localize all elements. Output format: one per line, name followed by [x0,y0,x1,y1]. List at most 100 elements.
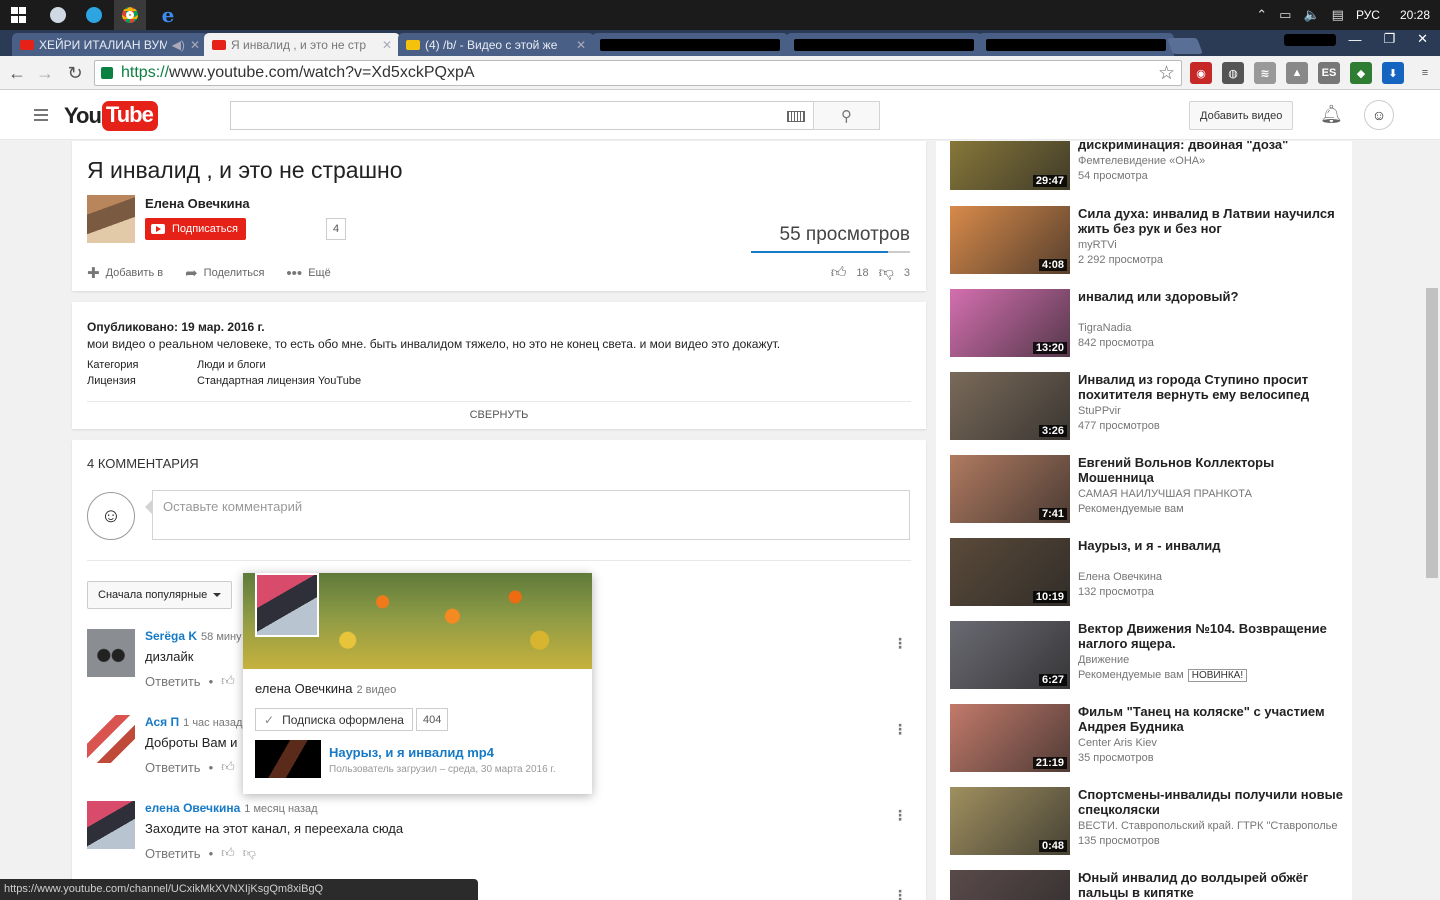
edge-icon[interactable]: e [156,3,180,27]
adblock-icon[interactable]: ◉ [1190,62,1212,84]
related-video-item[interactable]: 29:47 дискриминация: двойная "доза" Фемтел… [950,141,1350,211]
related-video-thumbnail[interactable]: 21:19 [950,704,1070,772]
related-video-thumbnail[interactable]: 7:41 [950,455,1070,523]
related-video-title[interactable]: Вектор Движения №104. Возвращение наглог… [1078,621,1346,651]
comment-menu-icon[interactable]: ⋮ [893,635,907,652]
related-video-thumbnail[interactable]: 13:20 [950,289,1070,357]
related-video-thumbnail[interactable]: 10:19 [950,538,1070,606]
windows-start-icon[interactable] [6,4,30,26]
notification-icon[interactable]: ▤ [1332,7,1344,23]
profile-chip-redacted[interactable] [1284,34,1336,46]
thumbs-down-icon[interactable]: 👎︎ [243,845,256,861]
related-video-item[interactable]: Юный инвалид до волдырей обжёг пальцы в … [950,870,1350,900]
forward-arrow-icon[interactable]: → [34,62,56,84]
download-icon[interactable]: ⬇ [1382,62,1404,84]
comment-author[interactable]: Ася П 1 час назад [145,715,242,729]
author-name[interactable]: Ася П [145,715,179,729]
author-name[interactable]: елена Овечкина [145,801,240,815]
es-icon[interactable]: ES [1318,62,1340,84]
related-video-thumbnail[interactable]: 4:08 [950,206,1070,274]
related-video-item[interactable]: 7:41 Евгений Вольнов Коллекторы Мошенница… [950,455,1350,525]
related-video-item[interactable]: 21:19 Фильм "Танец на коляске" с участием… [950,704,1350,774]
close-tab-icon[interactable]: ✕ [576,38,586,52]
hamburger-menu-icon[interactable] [34,109,48,124]
comment-avatar[interactable] [87,629,135,677]
thumbs-up-icon[interactable]: 👍︎ [221,845,235,861]
bookmark-star-icon[interactable]: ☆ [1158,62,1175,85]
related-video-title[interactable]: Фильм "Танец на коляске" с участием Андр… [1078,704,1346,734]
bell-icon[interactable]: 🔔︎ [1320,104,1343,124]
minimize-icon[interactable]: — [1348,32,1361,47]
collapse-button[interactable]: СВЕРНУТЬ [72,409,926,421]
subscribed-button[interactable]: ✓ Подписка оформлена [255,708,413,731]
close-tab-icon[interactable]: ✕ [190,38,200,52]
subscribe-button[interactable]: Подписаться [145,218,246,240]
comment-input[interactable]: Оставьте комментарий [152,490,910,540]
menu-icon[interactable]: ≡ [1414,62,1436,84]
related-video-item[interactable]: 10:19 Наурыз, и я - инвалид Елена Овечкина… [950,538,1350,608]
more-button[interactable]: ••• Ещё [286,265,330,282]
thumbs-up-icon[interactable]: 👍︎ [221,673,235,689]
hovercard-avatar[interactable] [255,573,319,637]
related-video-item[interactable]: 0:48 Спортсмены-инвалиды получили новые с… [950,787,1350,857]
chevron-up-icon[interactable]: ⌃ [1256,7,1267,23]
comment-avatar[interactable] [87,715,135,763]
close-tab-icon[interactable]: ✕ [382,38,392,52]
comment-avatar[interactable] [87,801,135,849]
add-to-button[interactable]: ✚ Добавить в [87,264,163,282]
volume-icon[interactable]: 🔈 [1303,7,1319,23]
map-icon[interactable]: ◆ [1350,62,1372,84]
youtube-logo[interactable]: You Tube [64,101,158,131]
restore-icon[interactable]: ❐ [1383,31,1395,47]
language-indicator[interactable]: РУС [1356,8,1380,22]
comment-time[interactable]: 1 час назад [183,717,242,729]
browser-tab-redacted[interactable] [978,33,1174,56]
related-video-title[interactable]: Спортсмены-инвалиды получили новые спецк… [1078,787,1346,817]
hovercard-video-thumbnail[interactable] [255,740,321,778]
comment-time[interactable]: 1 месяц назад [244,803,317,815]
thumbs-down-icon[interactable]: 👎︎ [879,264,894,282]
browser-tab-active[interactable]: Я инвалид , и это не стр ✕ [204,33,400,56]
related-video-thumbnail[interactable]: 29:47 [950,141,1070,190]
share-button[interactable]: ➦ Поделиться [185,264,264,282]
related-video-title[interactable]: Евгений Вольнов Коллекторы Мошенница [1078,455,1346,485]
browser-tab[interactable]: ХЕЙРИ ИТАЛИАН ВУМ ◀) ✕ [12,33,208,56]
scrollbar-thumb[interactable] [1426,288,1438,578]
vpn-icon[interactable]: ▲ [1286,62,1308,84]
comment-menu-icon[interactable]: ⋮ [893,887,907,900]
reload-icon[interactable]: ↻ [64,62,86,84]
channel-avatar[interactable] [87,195,135,243]
hovercard-channel-name[interactable]: елена Овечкина 2 видео [255,681,396,696]
reply-button[interactable]: Ответить [145,760,201,775]
comment-author[interactable]: Serёga K 58 мину [145,629,242,643]
back-arrow-icon[interactable]: ← [6,62,28,84]
stack-icon[interactable]: ≋ [1254,62,1276,84]
search-button[interactable]: ⚲ [813,101,880,130]
comment-menu-icon[interactable]: ⋮ [893,807,907,824]
related-video-item[interactable]: 4:08 Сила духа: инвалид в Латвии научился… [950,206,1350,276]
new-tab-button[interactable] [1167,38,1203,54]
sort-dropdown[interactable]: Сначала популярные [87,581,233,609]
browser-tab-redacted[interactable] [592,33,788,56]
page-scrollbar[interactable] [1424,140,1440,900]
channel-name[interactable]: Елена Овечкина [145,196,250,211]
browser-tab[interactable]: (4) /b/ - Видео с этой же ✕ [398,33,594,56]
related-video-thumbnail[interactable]: 6:27 [950,621,1070,689]
thumbs-up-icon[interactable]: 👍︎ [221,759,235,775]
meta-value[interactable]: Люди и блоги [197,359,266,371]
related-video-thumbnail[interactable]: 3:26 [950,372,1070,440]
related-video-title[interactable]: Сила духа: инвалид в Латвии научился жит… [1078,206,1346,236]
related-video-item[interactable]: 3:26 Инвалид из города Ступино просит пох… [950,372,1350,442]
comment-author[interactable]: елена Овечкина 1 месяц назад [145,801,318,815]
comment-time[interactable]: 58 мину [201,631,242,643]
thumbs-up-icon[interactable]: 👍︎ [831,264,847,282]
reply-button[interactable]: Ответить [145,846,201,861]
related-video-item[interactable]: 6:27 Вектор Движения №104. Возвращение на… [950,621,1350,691]
author-name[interactable]: Serёga K [145,629,197,643]
related-video-title[interactable]: Инвалид из города Ступино просит похитит… [1078,372,1346,402]
hovercard-video-title[interactable]: Наурыз, и я инвалид mp4 [329,745,494,760]
address-bar[interactable]: https://www.youtube.com/watch?v=Xd5xckPQ… [94,60,1182,86]
account-avatar[interactable]: ☺ [1364,100,1394,130]
related-video-thumbnail[interactable]: 0:48 [950,787,1070,855]
clock[interactable]: 20:28 [1400,8,1430,22]
